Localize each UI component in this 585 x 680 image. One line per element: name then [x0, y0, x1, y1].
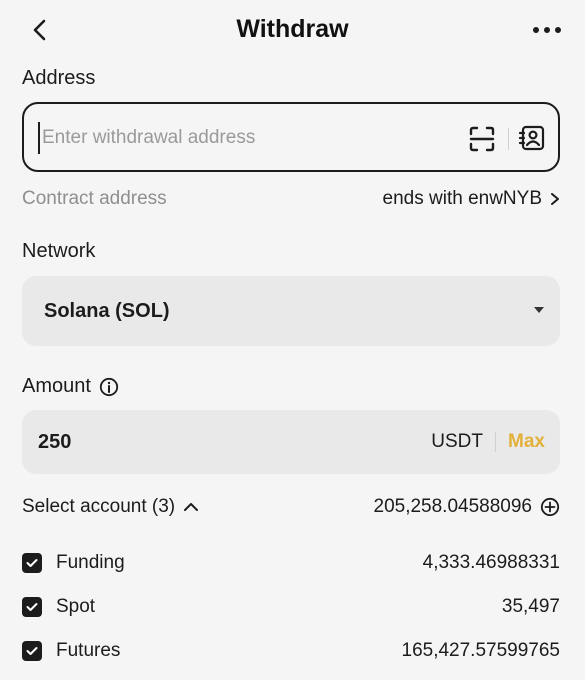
- address-label: Address: [22, 67, 96, 89]
- account-row-funding: Funding 4,333.46988331: [22, 548, 560, 578]
- max-button[interactable]: Max: [508, 431, 545, 453]
- total-balance-value: 205,258.04588096: [373, 496, 533, 517]
- chevron-right-icon: [551, 193, 559, 205]
- network-label: Network: [22, 240, 96, 262]
- account-name: Futures: [56, 640, 121, 661]
- check-icon: [26, 559, 38, 567]
- account-name: Funding: [56, 552, 125, 573]
- divider: [508, 128, 509, 150]
- account-name: Spot: [56, 596, 96, 617]
- caret-down-icon: [534, 307, 544, 313]
- select-account-label: Select account (3): [22, 496, 176, 517]
- page-title: Withdraw: [236, 15, 349, 43]
- address-field: [22, 102, 560, 172]
- scan-icon[interactable]: [468, 125, 496, 153]
- account-balance: 165,427.57599765: [401, 640, 561, 661]
- account-checkbox-spot[interactable]: Spot: [22, 596, 95, 618]
- info-icon[interactable]: [99, 377, 119, 397]
- checkbox: [22, 553, 42, 573]
- address-input[interactable]: [38, 122, 438, 154]
- account-row-futures: Futures 165,427.57599765: [22, 636, 560, 666]
- contract-address-label: Contract address: [22, 188, 167, 209]
- account-balance: 4,333.46988331: [422, 552, 560, 573]
- check-icon: [26, 603, 38, 611]
- check-icon: [26, 647, 38, 655]
- plus-circle-icon[interactable]: [540, 497, 560, 517]
- contract-address-row: Contract address ends with enwNYB: [22, 186, 560, 212]
- amount-field: USDT Max: [22, 410, 560, 474]
- select-account-row: Select account (3) 205,258.04588096: [22, 493, 560, 521]
- account-balance: 35,497: [501, 596, 560, 617]
- checkbox: [22, 641, 42, 661]
- amount-label-row: Amount: [22, 375, 119, 398]
- amount-label: Amount: [22, 375, 91, 397]
- more-button[interactable]: [529, 18, 565, 42]
- address-book-icon[interactable]: [518, 124, 546, 152]
- amount-input[interactable]: [38, 426, 338, 458]
- account-checkbox-funding[interactable]: Funding: [22, 552, 125, 574]
- more-horizontal-icon: [533, 27, 561, 33]
- header: Withdraw: [0, 0, 585, 60]
- network-selected-value: Solana (SOL): [44, 300, 170, 322]
- divider: [495, 432, 496, 452]
- select-account-toggle[interactable]: Select account (3): [22, 496, 199, 518]
- account-checkbox-futures[interactable]: Futures: [22, 640, 120, 662]
- chevron-up-icon: [184, 503, 199, 511]
- checkbox: [22, 597, 42, 617]
- amount-unit: USDT: [431, 431, 483, 452]
- account-row-spot: Spot 35,497: [22, 592, 560, 622]
- network-select[interactable]: Solana (SOL): [22, 276, 560, 346]
- contract-address-link[interactable]: ends with enwNYB: [383, 188, 560, 210]
- contract-address-value: ends with enwNYB: [382, 188, 542, 209]
- total-balance: 205,258.04588096: [374, 496, 561, 518]
